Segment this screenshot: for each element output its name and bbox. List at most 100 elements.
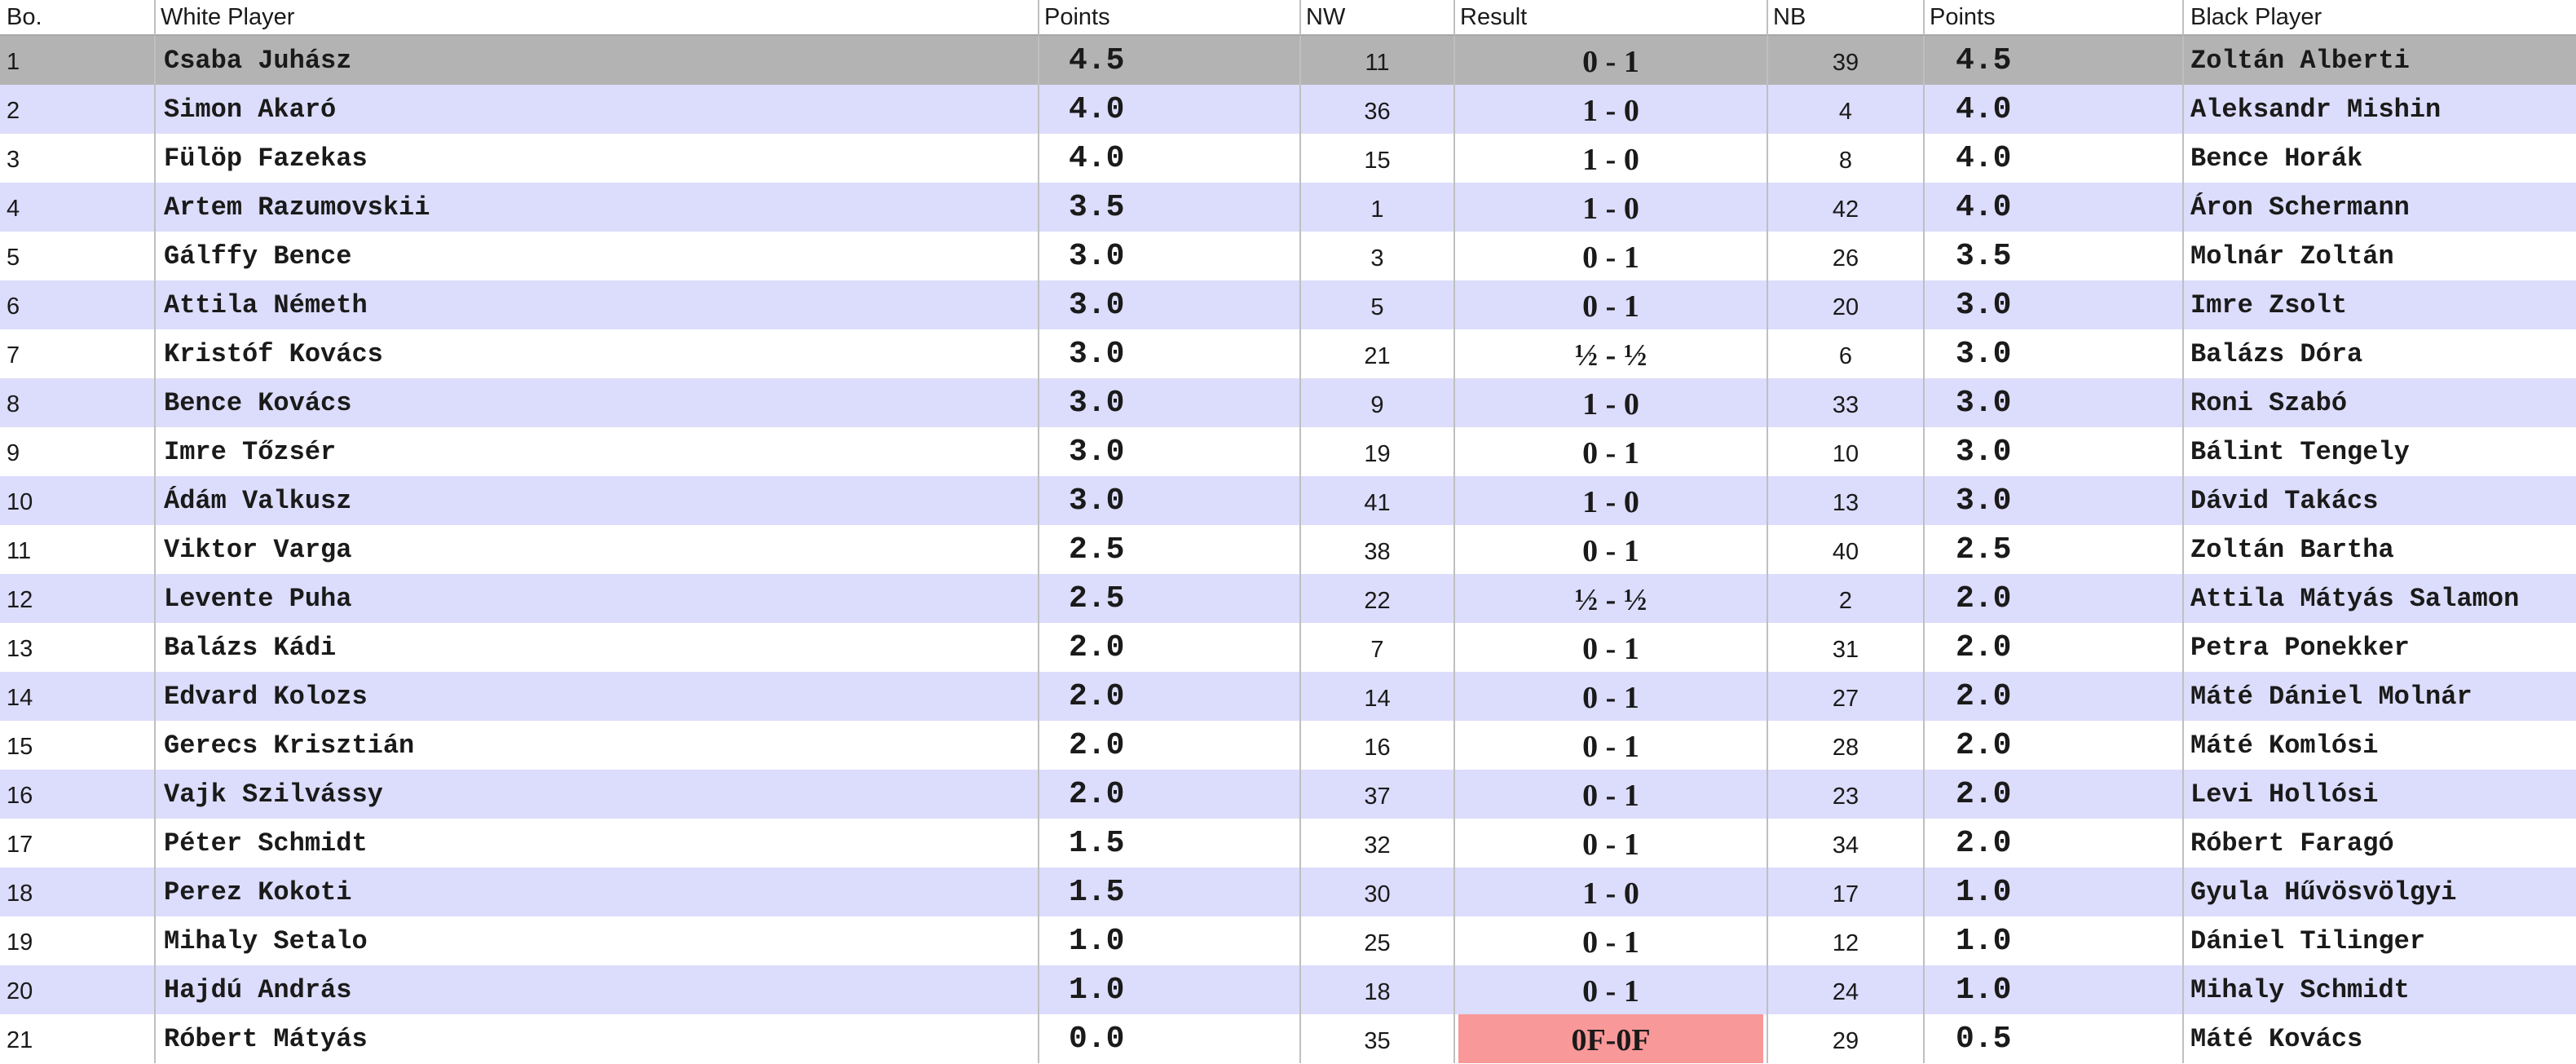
- white-number-cell[interactable]: 16: [1301, 721, 1455, 770]
- white-player-cell[interactable]: Balázs Kádi: [156, 623, 1039, 672]
- white-number-cell[interactable]: 15: [1301, 134, 1455, 183]
- white-points-cell[interactable]: 3.0: [1039, 232, 1301, 280]
- board-number-cell[interactable]: 1: [0, 36, 156, 85]
- white-number-cell[interactable]: 21: [1301, 329, 1455, 378]
- white-points-cell[interactable]: 2.0: [1039, 623, 1301, 672]
- table-row[interactable]: 10 Ádám Valkusz 3.0 41 1 - 0 13 3.0 Dávid Takác…: [0, 476, 2576, 525]
- table-row[interactable]: 16 Vajk Szilvássy 2.0 37 0 - 1 23 2.0 Levi Holl…: [0, 770, 2576, 819]
- black-points-cell[interactable]: 3.0: [1925, 378, 2184, 427]
- black-player-cell[interactable]: Dávid Takács: [2184, 476, 2576, 525]
- board-number-cell[interactable]: 11: [0, 525, 156, 574]
- table-row[interactable]: 6 Attila Németh 3.0 5 0 - 1 20 3.0 Imre Zsolt: [0, 280, 2576, 329]
- board-number-cell[interactable]: 9: [0, 427, 156, 476]
- white-player-cell[interactable]: Levente Puha: [156, 574, 1039, 623]
- black-number-cell[interactable]: 42: [1768, 183, 1925, 232]
- white-player-cell[interactable]: Attila Németh: [156, 280, 1039, 329]
- table-row[interactable]: 2 Simon Akaró 4.0 36 1 - 0 4 4.0 Aleksandr Mish…: [0, 85, 2576, 134]
- white-number-cell[interactable]: 9: [1301, 378, 1455, 427]
- white-number-cell[interactable]: 19: [1301, 427, 1455, 476]
- column-header-black-number[interactable]: NB: [1768, 0, 1925, 35]
- board-number-cell[interactable]: 4: [0, 183, 156, 232]
- result-cell[interactable]: 1 - 0: [1455, 868, 1768, 916]
- white-player-cell[interactable]: Hajdú András: [156, 965, 1039, 1014]
- black-points-cell[interactable]: 4.0: [1925, 183, 2184, 232]
- black-points-cell[interactable]: 3.0: [1925, 476, 2184, 525]
- table-row[interactable]: 21 Róbert Mátyás 0.0 35 0F-0F 29 0.5 Máté Kovác…: [0, 1014, 2576, 1063]
- black-player-cell[interactable]: Aleksandr Mishin: [2184, 85, 2576, 134]
- black-points-cell[interactable]: 3.0: [1925, 329, 2184, 378]
- black-player-cell[interactable]: Zoltán Bartha: [2184, 525, 2576, 574]
- black-player-cell[interactable]: Máté Dániel Molnár: [2184, 672, 2576, 721]
- white-player-cell[interactable]: Gálffy Bence: [156, 232, 1039, 280]
- white-points-cell[interactable]: 2.5: [1039, 574, 1301, 623]
- white-number-cell[interactable]: 35: [1301, 1014, 1455, 1063]
- white-number-cell[interactable]: 32: [1301, 819, 1455, 868]
- black-number-cell[interactable]: 31: [1768, 623, 1925, 672]
- board-number-cell[interactable]: 19: [0, 916, 156, 965]
- black-player-cell[interactable]: Dániel Tilinger: [2184, 916, 2576, 965]
- black-number-cell[interactable]: 20: [1768, 280, 1925, 329]
- black-player-cell[interactable]: Máté Komlósi: [2184, 721, 2576, 770]
- black-points-cell[interactable]: 1.0: [1925, 868, 2184, 916]
- white-number-cell[interactable]: 18: [1301, 965, 1455, 1014]
- column-header-board[interactable]: Bo.: [0, 0, 156, 35]
- black-number-cell[interactable]: 23: [1768, 770, 1925, 819]
- result-cell[interactable]: ½ - ½: [1455, 329, 1768, 378]
- black-player-cell[interactable]: Imre Zsolt: [2184, 280, 2576, 329]
- black-player-cell[interactable]: Máté Kovács: [2184, 1014, 2576, 1063]
- white-points-cell[interactable]: 2.0: [1039, 672, 1301, 721]
- black-player-cell[interactable]: Levi Hollósi: [2184, 770, 2576, 819]
- black-number-cell[interactable]: 28: [1768, 721, 1925, 770]
- white-player-cell[interactable]: Artem Razumovskii: [156, 183, 1039, 232]
- result-cell[interactable]: 0 - 1: [1455, 525, 1768, 574]
- table-row[interactable]: 12 Levente Puha 2.5 22 ½ - ½ 2 2.0 Attila Mátyá…: [0, 574, 2576, 623]
- table-row[interactable]: 14 Edvard Kolozs 2.0 14 0 - 1 27 2.0 Máté Dánie…: [0, 672, 2576, 721]
- white-points-cell[interactable]: 3.0: [1039, 280, 1301, 329]
- result-cell[interactable]: 1 - 0: [1455, 378, 1768, 427]
- black-player-cell[interactable]: Balázs Dóra: [2184, 329, 2576, 378]
- table-row[interactable]: 17 Péter Schmidt 1.5 32 0 - 1 34 2.0 Róbert Far…: [0, 819, 2576, 868]
- white-points-cell[interactable]: 1.0: [1039, 916, 1301, 965]
- white-points-cell[interactable]: 2.0: [1039, 770, 1301, 819]
- black-number-cell[interactable]: 10: [1768, 427, 1925, 476]
- white-number-cell[interactable]: 22: [1301, 574, 1455, 623]
- result-cell[interactable]: 1 - 0: [1455, 476, 1768, 525]
- white-player-cell[interactable]: Perez Kokoti: [156, 868, 1039, 916]
- result-cell[interactable]: 0 - 1: [1455, 916, 1768, 965]
- white-number-cell[interactable]: 30: [1301, 868, 1455, 916]
- white-player-cell[interactable]: Edvard Kolozs: [156, 672, 1039, 721]
- white-player-cell[interactable]: Péter Schmidt: [156, 819, 1039, 868]
- table-row[interactable]: 11 Viktor Varga 2.5 38 0 - 1 40 2.5 Zoltán Bart…: [0, 525, 2576, 574]
- black-number-cell[interactable]: 8: [1768, 134, 1925, 183]
- white-player-cell[interactable]: Fülöp Fazekas: [156, 134, 1039, 183]
- white-points-cell[interactable]: 1.5: [1039, 868, 1301, 916]
- column-header-white-number[interactable]: NW: [1301, 0, 1455, 35]
- white-number-cell[interactable]: 5: [1301, 280, 1455, 329]
- board-number-cell[interactable]: 21: [0, 1014, 156, 1063]
- black-points-cell[interactable]: 3.5: [1925, 232, 2184, 280]
- white-points-cell[interactable]: 2.0: [1039, 721, 1301, 770]
- black-points-cell[interactable]: 2.0: [1925, 623, 2184, 672]
- white-player-cell[interactable]: Kristóf Kovács: [156, 329, 1039, 378]
- white-number-cell[interactable]: 25: [1301, 916, 1455, 965]
- white-points-cell[interactable]: 3.0: [1039, 378, 1301, 427]
- white-player-cell[interactable]: Viktor Varga: [156, 525, 1039, 574]
- white-points-cell[interactable]: 3.0: [1039, 329, 1301, 378]
- black-number-cell[interactable]: 26: [1768, 232, 1925, 280]
- table-row[interactable]: 8 Bence Kovács 3.0 9 1 - 0 33 3.0 Roni Szabó: [0, 378, 2576, 427]
- white-player-cell[interactable]: Róbert Mátyás: [156, 1014, 1039, 1063]
- black-number-cell[interactable]: 34: [1768, 819, 1925, 868]
- black-points-cell[interactable]: 4.0: [1925, 134, 2184, 183]
- black-number-cell[interactable]: 24: [1768, 965, 1925, 1014]
- board-number-cell[interactable]: 18: [0, 868, 156, 916]
- board-number-cell[interactable]: 15: [0, 721, 156, 770]
- column-header-result[interactable]: Result: [1455, 0, 1768, 35]
- white-number-cell[interactable]: 38: [1301, 525, 1455, 574]
- board-number-cell[interactable]: 14: [0, 672, 156, 721]
- board-number-cell[interactable]: 13: [0, 623, 156, 672]
- black-number-cell[interactable]: 4: [1768, 85, 1925, 134]
- black-number-cell[interactable]: 27: [1768, 672, 1925, 721]
- white-number-cell[interactable]: 11: [1301, 36, 1455, 85]
- table-row[interactable]: 18 Perez Kokoti 1.5 30 1 - 0 17 1.0 Gyula Hűvös…: [0, 868, 2576, 916]
- black-points-cell[interactable]: 3.0: [1925, 427, 2184, 476]
